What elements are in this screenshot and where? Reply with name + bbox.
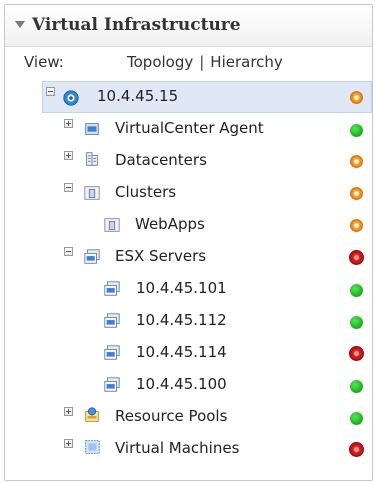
selected-highlight — [42, 81, 372, 113]
view-label: View: — [24, 53, 64, 71]
datacenter-icon — [86, 152, 98, 166]
expand-expander-icon[interactable] — [64, 119, 73, 128]
expand-expander-icon[interactable] — [64, 439, 73, 448]
tree-item-label: Datacenters — [115, 151, 207, 169]
view-links: Topology | Hierarchy — [127, 53, 283, 71]
tree-item-root[interactable]: 10.4.45.15 — [5, 81, 372, 113]
tree-item-label: 10.4.45.112 — [136, 311, 227, 329]
tree-item-label: 10.4.45.114 — [136, 343, 227, 361]
tree-item-virtualcenter-agent[interactable]: VirtualCenter Agent — [5, 113, 372, 145]
tree-item-label: VirtualCenter Agent — [115, 119, 264, 137]
status-indicator — [350, 284, 363, 297]
tree-item-host[interactable]: 10.4.45.112 — [5, 305, 372, 337]
virtual-infrastructure-panel: Virtual Infrastructure View: Topology | Hi… — [4, 4, 373, 481]
expand-expander-icon[interactable] — [64, 151, 73, 160]
tree-item-host[interactable]: 10.4.45.100 — [5, 369, 372, 401]
status-indicator — [350, 219, 363, 232]
tree-item-label: ESX Servers — [115, 247, 207, 265]
status-indicator — [350, 187, 363, 200]
host-target-icon — [63, 90, 79, 106]
collapse-arrow-icon[interactable] — [15, 21, 25, 28]
host-server-icon — [104, 345, 120, 360]
status-indicator — [349, 250, 364, 265]
tree-item-clusters[interactable]: Clusters — [5, 177, 372, 209]
status-indicator — [349, 442, 364, 457]
collapse-expander-icon[interactable] — [46, 87, 55, 96]
tree-item-host[interactable]: 10.4.45.114 — [5, 337, 372, 369]
virtual-machines-icon — [85, 440, 100, 454]
tree-item-resource-pools[interactable]: Resource Pools — [5, 401, 372, 433]
tree-item-virtual-machines[interactable]: Virtual Machines — [5, 433, 372, 465]
virtualcenter-agent-icon — [85, 123, 99, 135]
expand-expander-icon[interactable] — [64, 407, 73, 416]
status-indicator — [350, 316, 363, 329]
tree-item-label: Resource Pools — [115, 407, 228, 425]
tree-item-esx-servers[interactable]: ESX Servers — [5, 241, 372, 273]
view-separator: | — [199, 53, 205, 71]
topology-link[interactable]: Topology — [127, 53, 193, 71]
tree-item-host[interactable]: 10.4.45.101 — [5, 273, 372, 305]
status-indicator — [350, 124, 363, 137]
tree-item-label: Virtual Machines — [115, 439, 240, 457]
panel-header[interactable]: Virtual Infrastructure — [5, 5, 372, 47]
resource-pool-icon — [85, 407, 99, 422]
collapse-expander-icon[interactable] — [64, 247, 73, 256]
host-server-icon — [104, 281, 120, 296]
host-server-icon — [104, 377, 120, 392]
status-indicator — [350, 380, 363, 393]
host-server-icon — [104, 313, 120, 328]
status-indicator — [350, 91, 363, 104]
tree-item-label: 10.4.45.100 — [136, 375, 227, 393]
status-indicator — [350, 155, 363, 168]
status-indicator — [349, 346, 364, 361]
tree-item-label: 10.4.45.15 — [97, 87, 179, 105]
collapse-expander-icon[interactable] — [64, 183, 73, 192]
tree-item-label: Clusters — [115, 183, 177, 201]
tree-item-label: 10.4.45.101 — [136, 279, 227, 297]
panel-title: Virtual Infrastructure — [32, 15, 241, 35]
cluster-icon — [104, 218, 120, 232]
esx-server-icon — [84, 249, 100, 264]
cluster-icon — [84, 186, 100, 200]
hierarchy-link[interactable]: Hierarchy — [210, 53, 283, 71]
tree-item-webapps[interactable]: WebApps — [5, 209, 372, 241]
tree-item-label: WebApps — [135, 215, 205, 233]
status-indicator — [350, 412, 363, 425]
tree-item-datacenters[interactable]: Datacenters — [5, 145, 372, 177]
